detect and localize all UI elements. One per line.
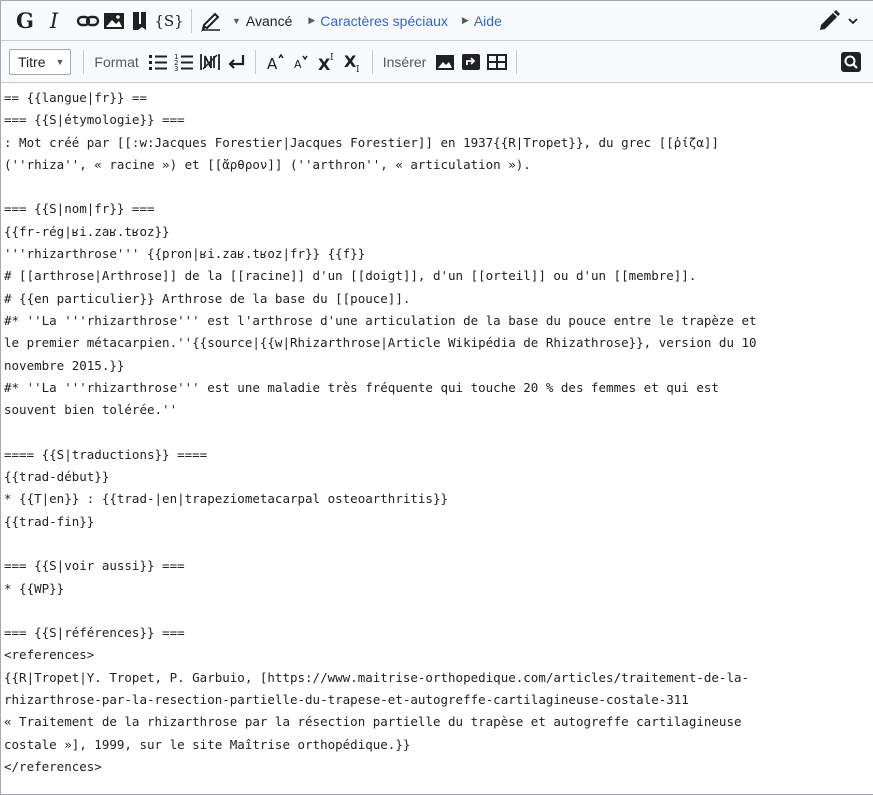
code-line: : Mot créé par [[:w:Jacques Forestier|Ja…	[4, 134, 719, 150]
svg-text:3: 3	[174, 65, 178, 73]
code-line: {{fr-rég|ʁi.zaʁ.tʁoz}}	[4, 223, 170, 239]
section-special-characters-label: Caractères spéciaux	[320, 12, 448, 29]
italic-button[interactable]: I	[41, 9, 67, 33]
format-group-label: Format	[94, 53, 139, 70]
code-line: {{trad-début}}	[4, 469, 110, 485]
search-icon	[841, 52, 861, 72]
code-line: # {{en particulier}} Arthrose de la base…	[4, 290, 411, 306]
numbered-list-icon[interactable]: 123	[171, 49, 197, 75]
code-line: * {{WP}}	[4, 580, 65, 596]
section-advanced-label: Avancé	[245, 12, 293, 29]
reference-icon[interactable]	[127, 8, 153, 34]
section-help-label: Aide	[473, 12, 502, 29]
toolbar-divider	[371, 49, 373, 74]
nowiki-icon[interactable]	[197, 49, 223, 75]
triangle-right-icon: ▶	[308, 15, 316, 25]
chevron-down-icon	[848, 18, 858, 25]
heading-select[interactable]: Titre ▼	[9, 48, 72, 75]
code-line: # [[arthrose|Arthrose]] de la [[racine]]…	[4, 268, 697, 284]
svg-text:I: I	[330, 53, 334, 63]
section-help[interactable]: ▶ Aide	[462, 13, 502, 29]
svg-text:A: A	[267, 55, 278, 73]
code-line: souvent bien tolérée.''	[4, 402, 178, 418]
code-line: {{R|Tropet|Y. Tropet, P. Garbuio, [https…	[4, 669, 750, 685]
toolbar-divider	[516, 49, 518, 74]
big-text-icon[interactable]: A	[262, 49, 288, 75]
code-line: costale »], 1999, sur le site Maîtrise o…	[4, 736, 411, 752]
code-line: le premier métacarpien.''{{source|{{w|Rh…	[4, 335, 757, 351]
svg-text:A: A	[294, 58, 302, 71]
signature-button[interactable]: {S}	[153, 12, 185, 30]
code-line: <references>	[4, 647, 95, 663]
code-line: </references>	[4, 758, 102, 774]
search-replace-button[interactable]	[839, 50, 863, 74]
small-text-icon[interactable]: A	[288, 49, 314, 75]
section-special-characters[interactable]: ▶ Caractères spéciaux	[308, 13, 448, 29]
table-icon[interactable]	[484, 49, 510, 75]
code-line: === {{S|références}} ===	[4, 625, 185, 641]
code-line: === {{S|étymologie}} ===	[4, 112, 185, 128]
code-line: '''rhizarthrose''' {{pron|ʁi.zaʁ.tʁoz|fr…	[4, 246, 366, 262]
pencil-icon	[820, 10, 840, 30]
toolbar-main: G I {S} ▼ Avancé ▶ Caractères spéciaux ▶…	[1, 1, 873, 41]
code-line: (''rhiza'', « racine ») et [[ἄρθρον]] ('…	[4, 156, 531, 172]
code-line: * {{T|en}} : {{trad-|en|trapeziometacarp…	[4, 491, 449, 507]
triangle-down-icon: ▼	[232, 15, 241, 26]
wikitext-textarea[interactable]: == {{langue|fr}} == === {{S|étymologie}}…	[1, 83, 873, 795]
code-line: ==== {{S|traductions}} ====	[4, 446, 208, 462]
code-line: === {{S|nom|fr}} ===	[4, 201, 155, 217]
code-line: novembre 2015.}}	[4, 357, 125, 373]
toolbar-advanced: Titre ▼ Format 123 A A XI XI Insérer	[1, 41, 873, 83]
code-line: « Traitement de la rhizarthrose par la r…	[4, 714, 742, 730]
bulleted-list-icon[interactable]	[145, 49, 171, 75]
pencil-draw-icon[interactable]	[198, 8, 224, 34]
wikitext-editor: G I {S} ▼ Avancé ▶ Caractères spéciaux ▶…	[0, 0, 873, 795]
image-icon[interactable]	[101, 8, 127, 34]
code-line: rhizarthrose-par-la-resection-partielle-…	[4, 692, 689, 708]
code-line: === {{S|voir aussi}} ===	[4, 558, 185, 574]
gallery-icon[interactable]	[432, 49, 458, 75]
triangle-right-icon: ▶	[461, 15, 469, 25]
editor-mode-switch[interactable]	[817, 9, 859, 33]
bold-button[interactable]: G	[11, 8, 39, 33]
insert-group-label: Insérer	[382, 53, 427, 70]
superscript-icon[interactable]: XI	[314, 49, 340, 75]
newline-icon[interactable]	[223, 49, 249, 75]
toolbar-divider	[191, 8, 192, 33]
toolbar-divider	[83, 49, 85, 74]
toolbar-divider	[254, 49, 256, 74]
code-line: #* ''La '''rhizarthrose''' est l'arthros…	[4, 312, 757, 328]
code-line: == {{langue|fr}} ==	[4, 90, 147, 105]
chevron-down-icon: ▼	[55, 56, 65, 67]
link-icon[interactable]	[75, 8, 101, 34]
heading-select-value: Titre	[18, 53, 46, 70]
code-line: {{trad-fin}}	[4, 513, 95, 529]
code-line: #* ''La '''rhizarthrose''' est une malad…	[4, 379, 719, 395]
svg-text:I: I	[356, 65, 360, 73]
section-advanced[interactable]: ▼ Avancé	[232, 13, 292, 29]
redirect-icon[interactable]	[458, 49, 484, 75]
subscript-icon[interactable]: XI	[340, 49, 366, 75]
